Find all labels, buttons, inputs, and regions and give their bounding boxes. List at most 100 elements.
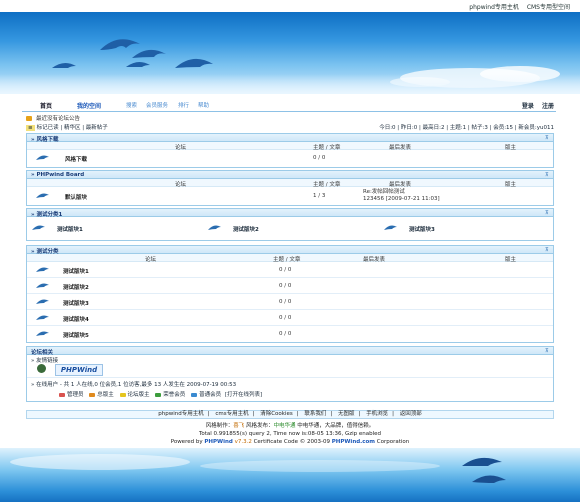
collapse-icon[interactable]: ⊼ — [545, 172, 550, 178]
main-nav: 首页 我的空间 搜索 会员服务 排行 帮助 登录 注册 — [22, 98, 556, 112]
legend-label: 论坛版主 — [127, 392, 150, 398]
top-link-host[interactable]: phpwind专用主机 — [469, 4, 519, 11]
designer-link[interactable]: 喜飞 — [233, 423, 244, 429]
last-post-title[interactable]: Re:发帖回帖测试 — [363, 189, 405, 196]
forum-row[interactable]: 测试版块1 0 / 0 — [27, 262, 553, 278]
nav-member-service[interactable]: 会员服务 — [146, 101, 168, 109]
member-icon — [191, 392, 198, 397]
forum-row[interactable]: 测试版块3 0 / 0 — [27, 294, 553, 310]
nav-rank[interactable]: 排行 — [178, 101, 189, 109]
footer-links: phpwind专用主机 | cms专用主机 | 清除Cookies | 联系我们 | 无… — [26, 410, 554, 419]
top-link-cms[interactable]: CMS专用型空间 — [527, 4, 570, 11]
forum-cell[interactable]: 测试版块1 — [27, 217, 203, 239]
forum-dolphin-icon — [384, 225, 397, 230]
announcement-text[interactable]: 最近没有论坛公告 — [36, 116, 80, 122]
forum-name[interactable]: 测试版块3 — [63, 299, 89, 307]
collapse-icon[interactable]: ⊼ — [545, 135, 550, 141]
footer-link[interactable]: 返回顶部 — [400, 411, 422, 417]
header-banner — [0, 12, 580, 94]
legend-label: 荣誉会员 — [163, 392, 186, 398]
forum-dolphin-icon — [36, 283, 49, 288]
footer-link[interactable]: 联系我们 — [304, 411, 326, 417]
column-header: 论坛 主题 / 文章 最后发表 版主 — [27, 142, 553, 151]
nav-my-space[interactable]: 我的空间 — [77, 101, 101, 110]
footer-link[interactable]: 手机浏览 — [366, 411, 388, 417]
collapse-icon[interactable]: ⊼ — [545, 348, 550, 354]
copyright: 风格制作：喜飞 风格发布：中电华通 中电华通，大品牌，值得信赖。 Total 0… — [0, 422, 580, 446]
dolphin-icon — [462, 457, 506, 483]
section-header: » PHPwind Board ⊼ — [27, 171, 553, 179]
user-group-legend: 管理员 总版主 论坛版主 荣誉会员 普通会员 [打开在线列表] — [55, 390, 262, 398]
section-header: 论坛相关 ⊼ — [27, 347, 553, 356]
section-header: » 测试分类 ⊼ — [27, 246, 553, 255]
forum-dolphin-icon — [36, 267, 49, 272]
copyright-line-1: 风格制作：喜飞 风格发布：中电华通 中电华通，大品牌，值得信赖。 — [205, 423, 375, 429]
last-post-meta: 123456 [2009-07-21 11:03] — [363, 196, 440, 202]
forum-count: 0 / 0 — [279, 315, 292, 321]
nav-search[interactable]: 搜索 — [126, 101, 137, 109]
forum-name[interactable]: 风格下载 — [65, 155, 87, 163]
section-test: » 测试分类 ⊼ 论坛 主题 / 文章 最后发表 版主 测试版块1 0 / 0 … — [26, 245, 554, 343]
forum-dolphin-icon — [36, 299, 49, 304]
collapse-icon[interactable]: ⊼ — [545, 210, 550, 216]
online-users: » 在线用户 - 共 1 人在线,0 位会员,1 位访客,最多 13 人发生在 … — [27, 378, 553, 400]
link-logo-icon[interactable] — [37, 364, 46, 373]
publisher-link[interactable]: 中电华通 — [274, 423, 296, 429]
forum-name[interactable]: 测试版块1 — [57, 225, 83, 233]
register-link[interactable]: 注册 — [542, 103, 554, 110]
admin-icon — [59, 392, 65, 397]
banner-wave — [0, 74, 580, 94]
forum-dolphin-icon — [36, 331, 49, 336]
footer-link[interactable]: 无图版 — [338, 411, 355, 417]
legend-label: 总版主 — [97, 392, 114, 398]
section-header: » 测试分类1 ⊼ — [27, 209, 553, 218]
nav-help[interactable]: 帮助 — [198, 101, 209, 109]
section-title[interactable]: » PHPwind Board — [31, 172, 84, 178]
phpwind-link[interactable]: PHPWind — [204, 439, 232, 445]
legend-label: 管理员 — [67, 392, 84, 398]
login-link[interactable]: 登录 — [522, 103, 534, 110]
forum-name[interactable]: 测试版块2 — [63, 283, 89, 291]
nav-home[interactable]: 首页 — [40, 101, 52, 110]
forum-cell[interactable]: 测试版块2 — [203, 217, 379, 239]
friend-links-label: » 友情链接 — [31, 358, 59, 364]
forum-count: 1 / 3 — [313, 193, 326, 199]
collapse-icon[interactable]: ⊼ — [545, 247, 550, 253]
forum-name[interactable]: 测试版块2 — [233, 225, 259, 233]
forum-row[interactable]: 测试版块5 0 / 0 — [27, 326, 553, 342]
forum-cell[interactable]: 测试版块3 — [379, 217, 555, 239]
forum-name[interactable]: 测试版块5 — [63, 331, 89, 339]
forum-dolphin-icon — [36, 193, 49, 198]
speaker-icon — [26, 116, 32, 121]
column-header: 论坛 主题 / 文章 最后发表 版主 — [27, 254, 553, 263]
phpwind-site-link[interactable]: PHPWind.com — [332, 439, 375, 445]
forum-name[interactable]: 测试版块1 — [63, 267, 89, 275]
forum-name[interactable]: 默认版块 — [65, 193, 87, 201]
copyright-line-2: Total 0.991855(s) query 2, Time now is:0… — [198, 431, 382, 437]
online-summary: » 在线用户 - 共 1 人在线,0 位会员,1 位访客,最多 13 人发生在 … — [31, 382, 237, 388]
nav-right: 登录 注册 — [516, 101, 554, 110]
forum-row[interactable]: 测试版块2 0 / 0 — [27, 278, 553, 294]
quick-links: ≡ 标记已读 | 精华区 | 最新帖子 — [26, 123, 108, 131]
quick-links-text[interactable]: 标记已读 | 精华区 | 最新帖子 — [37, 125, 108, 131]
footer-link[interactable]: cms专用主机 — [215, 411, 248, 417]
forum-dolphin-icon — [36, 315, 49, 320]
top-bar: phpwind专用主机 CMS专用型空间 — [0, 0, 580, 12]
section-related: 论坛相关 ⊼ » 友情链接 PHPWind » 在线用户 - 共 1 人在线,0… — [26, 346, 554, 402]
forum-row[interactable]: 默认版块 1 / 3 Re:发帖回帖测试 123456 [2009-07-21 … — [27, 187, 553, 205]
footer-link[interactable]: 清除Cookies — [260, 411, 293, 417]
section-header: » 风格下载 ⊼ — [27, 134, 553, 143]
open-online-list-link[interactable]: [打开在线列表] — [225, 392, 262, 398]
forum-name[interactable]: 测试版块3 — [409, 225, 435, 233]
announcement: 最近没有论坛公告 — [26, 114, 80, 122]
forum-dolphin-icon — [208, 225, 221, 230]
phpwind-link-logo[interactable]: PHPWind — [55, 364, 103, 376]
forum-count: 0 / 0 — [279, 283, 292, 289]
honor-member-icon — [155, 392, 162, 397]
forum-row[interactable]: 测试版块4 0 / 0 — [27, 310, 553, 326]
forum-dolphin-icon — [36, 155, 49, 160]
footer-link[interactable]: phpwind专用主机 — [158, 411, 203, 417]
forum-row[interactable]: 风格下载 0 / 0 — [27, 150, 553, 167]
forum-name[interactable]: 测试版块4 — [63, 315, 89, 323]
mark-read-tag: ≡ — [26, 125, 35, 131]
